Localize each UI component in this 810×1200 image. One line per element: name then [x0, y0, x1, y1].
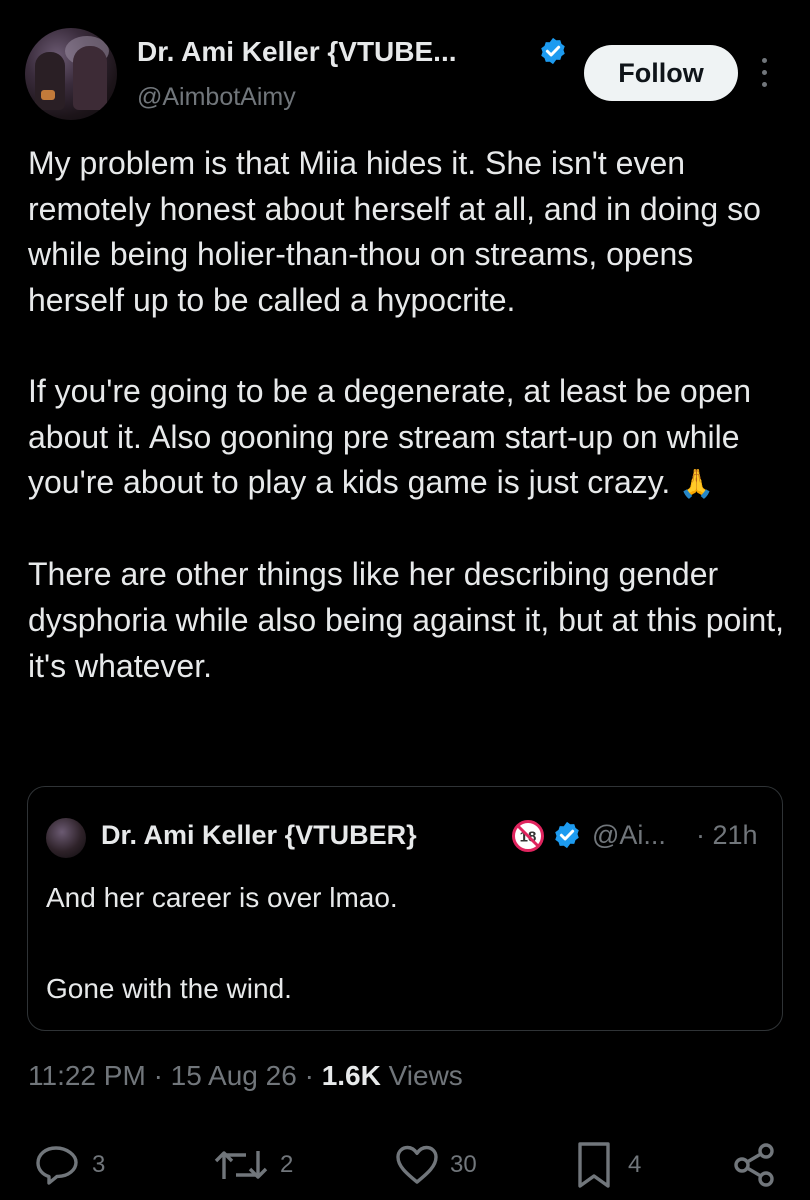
quoted-author-name: Dr. Ami Keller {VTUBER} [101, 820, 417, 850]
follow-button[interactable]: Follow [584, 45, 738, 101]
quoted-post-time: · 21h [696, 820, 758, 850]
post-paragraph: If you're going to be a degenerate, at l… [28, 372, 752, 501]
post-time[interactable]: 11:22 PM [28, 1060, 146, 1091]
like-count: 30 [450, 1151, 477, 1178]
more-options-icon[interactable] [758, 58, 770, 92]
reply-button[interactable]: 3 [34, 1140, 105, 1190]
repost-icon [214, 1151, 268, 1179]
post-paragraph: There are other things like her describi… [28, 556, 785, 684]
post-meta: 11:22 PM · 15 Aug 26 · 1.6K Views [28, 1060, 463, 1091]
verified-badge-icon [541, 37, 565, 65]
quoted-post-text: And her career is over lmao. Gone with t… [46, 875, 746, 1012]
verified-badge-icon [555, 821, 579, 849]
heart-icon [396, 1145, 438, 1184]
age-restricted-18-icon: 18 [512, 820, 544, 852]
author-handle[interactable]: @AimbotAimy [137, 83, 296, 112]
action-bar: 3 2 30 4 [0, 1140, 810, 1200]
post-header: Dr. Ami Keller {VTUBE... @AimbotAimy Fol… [0, 0, 810, 130]
quoted-line: Gone with the wind. [46, 973, 292, 1005]
repost-count: 2 [280, 1151, 294, 1178]
reply-icon [36, 1146, 78, 1185]
like-button[interactable]: 30 [392, 1140, 477, 1190]
post-paragraph: My problem is that Miia hides it. She is… [28, 145, 761, 318]
author-avatar[interactable] [25, 28, 117, 120]
author-name[interactable]: Dr. Ami Keller {VTUBE... [137, 36, 457, 68]
share-icon [734, 1143, 774, 1187]
quoted-author-handle: @Ai... [592, 820, 666, 850]
views-label: Views [388, 1060, 463, 1091]
quoted-line: And her career is over lmao. [46, 882, 398, 913]
quoted-post[interactable]: Dr. Ami Keller {VTUBER} 18 @Ai... · 21h … [27, 786, 783, 1031]
share-button[interactable] [730, 1140, 778, 1190]
reply-count: 3 [92, 1151, 106, 1178]
bookmark-icon [578, 1142, 610, 1188]
folded-hands-emoji: 🙏 [679, 468, 715, 500]
quoted-author-avatar [46, 818, 86, 858]
bookmark-button[interactable]: 4 [572, 1140, 641, 1190]
views-count: 1.6K [321, 1060, 381, 1091]
repost-button[interactable]: 2 [212, 1140, 293, 1190]
post-date[interactable]: 15 Aug 26 [171, 1060, 297, 1091]
bookmark-count: 4 [628, 1151, 642, 1178]
post-text: My problem is that Miia hides it. She is… [28, 141, 788, 689]
